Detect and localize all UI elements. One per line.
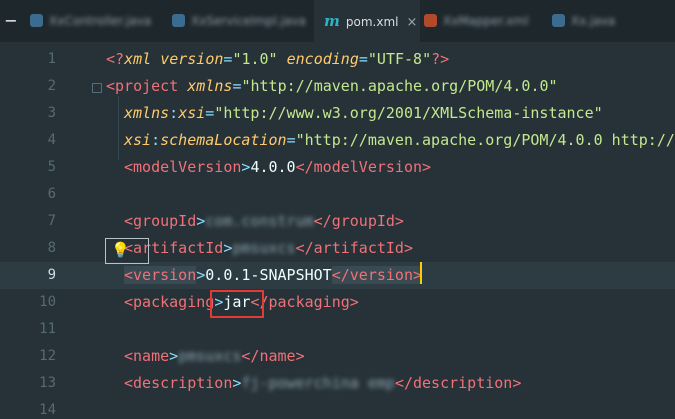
code-line: 14 — [0, 397, 675, 419]
code-line: 10 <packaging>jar</packaging> — [0, 289, 675, 316]
code-text: <groupId>com.construm</groupId> — [124, 212, 404, 230]
tab-xx-java[interactable]: Xx.java — [552, 0, 615, 42]
code-line: 5 <modelVersion>4.0.0</modelVersion> — [0, 154, 675, 181]
code-editor[interactable]: 1 <?xml version="1.0" encoding="UTF-8"?>… — [0, 42, 675, 419]
tab-pom-xml[interactable]: m pom.xml × — [314, 0, 420, 42]
tab-xxserviceimpl[interactable]: XxServiceImpl.java — [172, 0, 306, 42]
line-number: 12 — [39, 348, 56, 364]
code-line: 11 — [0, 316, 675, 343]
tab-label: pom.xml — [345, 15, 399, 29]
code-line: 1 <?xml version="1.0" encoding="UTF-8"?> — [0, 46, 675, 73]
tab-xxmapper[interactable]: XxMapper.xml — [424, 0, 528, 42]
tab-label: Xx.java — [571, 14, 616, 28]
xml-file-icon — [424, 14, 437, 27]
highlight-box — [210, 290, 264, 318]
line-number: 1 — [47, 51, 56, 67]
line-number: 2 — [47, 78, 56, 94]
line-number: 5 — [47, 159, 56, 175]
code-line: 8 <artifactId>pmsuxcs</artifactId> — [0, 235, 675, 262]
line-number: 11 — [39, 321, 56, 337]
code-text: <modelVersion>4.0.0</modelVersion> — [124, 158, 432, 176]
code-line: 3 xmlns:xsi="http://www.w3.org/2001/XMLS… — [0, 100, 675, 127]
line-number: 10 — [39, 294, 56, 310]
maven-m-icon: m — [324, 12, 340, 30]
code-text: <name>pmsuxcs</name> — [124, 347, 305, 365]
code-line: 2 <project xmlns="http://maven.apache.or… — [0, 73, 675, 100]
java-file-icon — [172, 14, 185, 27]
line-number: 7 — [47, 213, 56, 229]
line-number: 14 — [39, 402, 56, 418]
code-line: 7 <groupId>com.construm</groupId> — [0, 208, 675, 235]
close-icon[interactable]: × — [406, 15, 417, 30]
code-text: xmlns:xsi="http://www.w3.org/2001/XMLSch… — [124, 104, 603, 122]
code-text: <?xml version="1.0" encoding="UTF-8"?> — [106, 50, 450, 68]
text-caret — [420, 262, 422, 284]
collapse-icon[interactable]: − — [0, 0, 22, 42]
tab-label: XxMapper.xml — [443, 14, 529, 28]
line-number: 4 — [47, 132, 56, 148]
code-line: 4 xsi:schemaLocation="http://maven.apach… — [0, 127, 675, 154]
code-line: 12 <name>pmsuxcs</name> — [0, 343, 675, 370]
line-number: 6 — [47, 186, 56, 202]
code-line: 13 <description>fj-powerchina emp</descr… — [0, 370, 675, 397]
line-number: 8 — [47, 240, 56, 256]
tab-label: XxController.java — [49, 14, 152, 28]
code-text: xsi:schemaLocation="http://maven.apache.… — [124, 131, 675, 149]
tab-xxcontroller[interactable]: XxController.java — [30, 0, 151, 42]
code-text: <artifactId>pmsuxcs</artifactId> — [124, 239, 413, 257]
java-file-icon — [552, 14, 565, 27]
code-text: <description>fj-powerchina emp</descript… — [124, 374, 522, 392]
line-number: 3 — [47, 105, 56, 121]
editor-tab-bar: − XxController.java XxServiceImpl.java m… — [0, 0, 675, 42]
code-line: 6 — [0, 181, 675, 208]
java-file-icon — [30, 14, 43, 27]
code-line-current: 9 <version>0.0.1-SNAPSHOT</version> — [0, 262, 675, 289]
line-number: 9 — [47, 267, 56, 283]
lightbulb-icon[interactable]: 💡 — [111, 241, 130, 259]
code-text: <version>0.0.1-SNAPSHOT</version> — [124, 266, 423, 284]
line-number: 13 — [39, 375, 56, 391]
tab-label: XxServiceImpl.java — [191, 14, 306, 28]
code-text: <project xmlns="http://maven.apache.org/… — [106, 77, 558, 95]
